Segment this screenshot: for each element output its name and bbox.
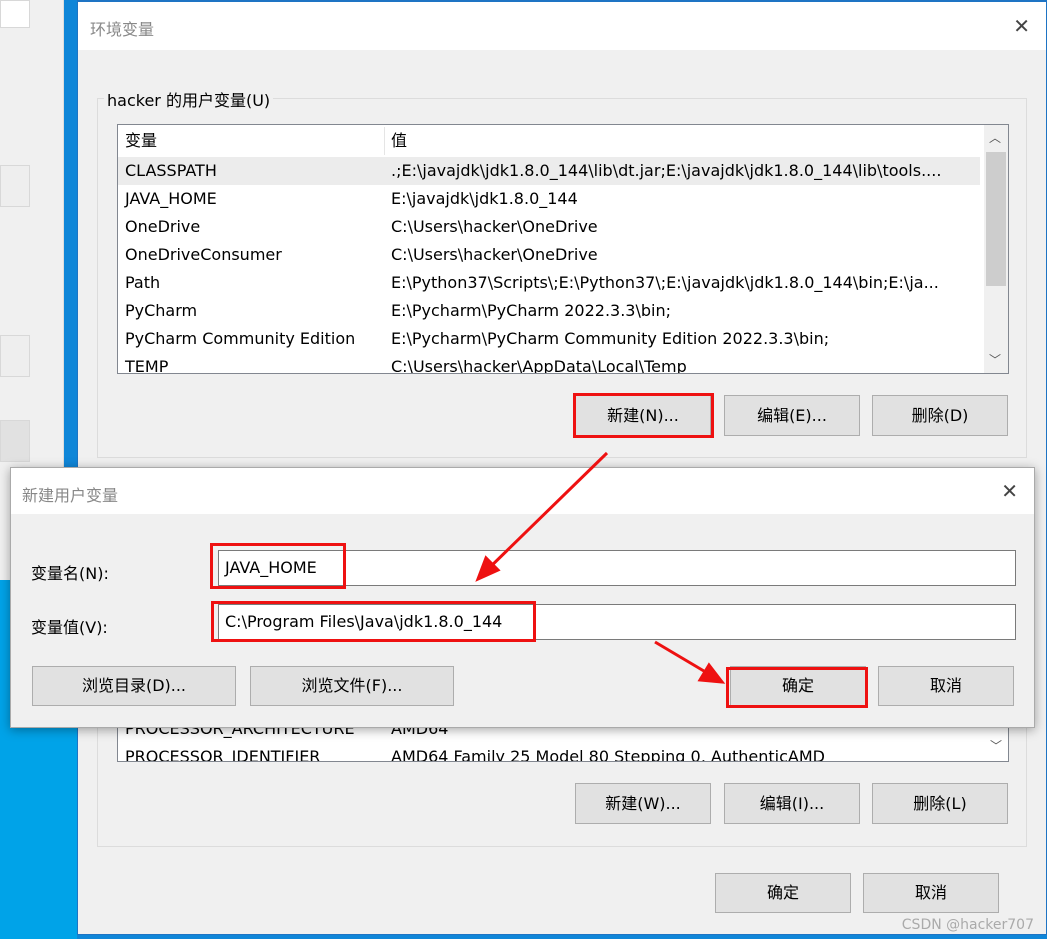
arrow-head-icon	[697, 662, 726, 684]
annotation-arrows	[475, 451, 726, 684]
arrow-line	[482, 451, 609, 575]
